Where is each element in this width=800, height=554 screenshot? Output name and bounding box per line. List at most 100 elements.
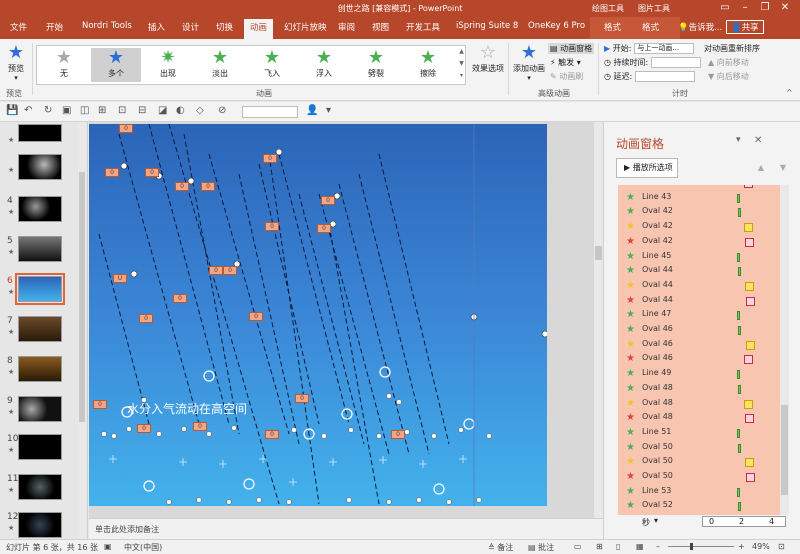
animation-list-item[interactable]: ★ Oval 48 [618,397,780,411]
animation-list-item[interactable]: ★ Oval 48 [618,411,780,425]
animation-tag[interactable]: 0 [201,182,215,191]
slide-thumb-9[interactable]: 9 ★ [0,396,84,432]
timing-bar[interactable] [744,185,753,188]
slide-scrollbar[interactable] [594,122,603,518]
move-up-button[interactable]: ▲ [752,159,770,177]
animation-tag[interactable]: U [113,274,127,283]
timing-bar[interactable] [746,473,755,482]
slide-canvas[interactable]: 0 0 0 0 0 0 0 0 0 0 0 U 0 0 0 0 0 0 0 0 … [89,124,547,506]
add-animation-button[interactable]: ★ 添加动画 ▾ [511,43,547,83]
notes-pane[interactable]: 单击此处添加备注 [89,518,603,539]
tab-design[interactable]: 设计 [182,21,199,33]
arrange-icon[interactable]: ◪ [158,105,167,116]
slide-thumb-7[interactable]: 7 ★ [0,316,84,352]
normal-view-icon[interactable]: ▭ [574,542,582,551]
shape-fill-icon[interactable]: ◇ [196,105,204,116]
save-icon[interactable]: 💾 [6,105,18,116]
crop-icon[interactable]: ⊡ [118,105,126,116]
animation-list-item[interactable]: ★ Oval 50 [618,470,780,484]
slide-thumb-8[interactable]: 8 ★ [0,356,84,392]
ribbon-display-icon[interactable]: ▭ [718,2,732,14]
tab-onekey[interactable]: OneKey 6 Pro [528,21,585,31]
zoom-level[interactable]: 49% [752,542,770,551]
sorter-view-icon[interactable]: ⊞ [596,542,603,551]
close-pane-icon[interactable]: ✕ [754,135,762,146]
timing-bar[interactable] [738,384,741,394]
person-tool-icon[interactable]: 👤 [306,105,318,116]
notes-toggle[interactable]: ≜ 备注 [488,542,513,553]
animation-list-item[interactable]: ★ Line 45 [618,250,780,264]
slide-thumb-4[interactable]: 4 ★ [0,196,84,232]
animation-list-item[interactable]: ★ Oval 42 [618,235,780,249]
close-button[interactable]: ✕ [778,2,792,14]
gallery-scroll[interactable]: ▲ ▼ ▾ [457,46,466,84]
slide-thumb-6[interactable]: 6 ★ [0,273,84,312]
timing-bar[interactable] [737,193,740,203]
animation-list-item[interactable]: ★ Oval 52 [618,499,780,513]
outline-icon[interactable]: ⊘ [218,105,226,116]
animation-tag[interactable]: 0 [105,168,119,177]
animation-pane-button[interactable]: ▤ 动画窗格 [548,43,595,54]
zoom-slider-thumb[interactable] [690,543,693,550]
start-dropdown[interactable]: 与上一动画... [634,43,695,54]
scroll-thumb[interactable] [595,246,602,260]
tab-nordri-tools[interactable]: Nordri Tools [82,21,132,31]
tab-animations[interactable]: 动画 [244,19,274,39]
anim-split[interactable]: ★ 劈裂 [351,48,401,79]
thumbnail-scrollbar[interactable] [78,122,86,539]
timing-bar[interactable] [737,311,740,321]
timing-bar[interactable] [737,370,740,380]
animation-tag[interactable]: 0 [137,424,151,433]
timing-bar[interactable] [737,487,740,497]
reading-view-icon[interactable]: ▯ [616,542,620,551]
zoom-slider[interactable] [668,546,734,547]
animation-tag[interactable]: 0 [209,266,223,275]
trigger-button[interactable]: ⚡ 触发 ▾ [550,57,581,68]
timing-bar[interactable] [745,458,754,468]
scroll-thumb[interactable] [79,172,85,422]
animation-list-item[interactable]: ★ Line 49 [618,367,780,381]
animation-tag[interactable]: 0 [175,182,189,191]
redo-icon[interactable]: ↻ [44,105,52,116]
animation-list-item[interactable]: ★ Oval 50 [618,441,780,455]
zoom-out-icon[interactable]: – [656,542,660,551]
slide-text[interactable]: 水分入气流动在高空间 [127,400,247,417]
timing-bar[interactable] [745,237,754,247]
animation-tag[interactable]: 0 [265,222,279,231]
slideshow-view-icon[interactable]: ▦ [636,542,644,551]
animation-list-item[interactable]: ★ Line 51 [618,426,780,440]
anim-none[interactable]: ★ 无 [39,48,89,79]
tab-developer[interactable]: 开发工具 [406,21,440,33]
anim-appear[interactable]: ✷ 出现 [143,48,193,79]
animation-tag[interactable]: 0 [249,312,263,321]
scroll-thumb[interactable] [781,405,788,495]
slide-thumb-3[interactable]: ★ [0,154,84,190]
animation-list-item[interactable]: ★ Line 47 [618,308,780,322]
timing-bar[interactable] [738,443,741,453]
animation-list-item[interactable]: ★ Oval 44 [618,279,780,293]
anim-wipe[interactable]: ★ 擦除 [403,48,453,79]
more-commands-icon[interactable]: ▾ [326,105,331,116]
tab-ispring[interactable]: iSpring Suite 8 [456,21,518,31]
animation-list-item[interactable]: ★ Oval 44 [618,294,780,308]
animation-tag[interactable]: 0 [139,314,153,323]
timing-bar[interactable] [737,252,740,262]
anim-float-in[interactable]: ★ 浮入 [299,48,349,79]
timing-bar[interactable] [738,208,741,218]
animation-list-item[interactable]: ★ Oval 46 [618,338,780,352]
animation-list-item[interactable]: ★ Line 53 [618,485,780,499]
tab-slideshow[interactable]: 幻灯片放映 [284,21,327,33]
tab-format-picture[interactable]: 格式 [642,21,659,33]
tab-home[interactable]: 开始 [46,21,63,33]
fit-to-window-icon[interactable]: ⊡ [778,542,785,551]
timing-bar[interactable] [744,355,753,365]
move-down-button[interactable]: ▼ [774,159,792,177]
preview-button[interactable]: ★ 预览 ▾ [4,43,28,83]
animation-tag[interactable]: 0 [263,154,277,163]
animation-painter-button[interactable]: ✎ 动画刷 [550,71,583,82]
animation-list-item[interactable]: ★ Oval 48 [618,382,780,396]
animation-tag[interactable]: 0 [145,168,159,177]
animation-tag[interactable]: 0 [295,394,309,403]
animation-tag[interactable]: 0 [119,124,133,133]
play-selected-button[interactable]: ▶ 播放所选项 [616,158,678,178]
